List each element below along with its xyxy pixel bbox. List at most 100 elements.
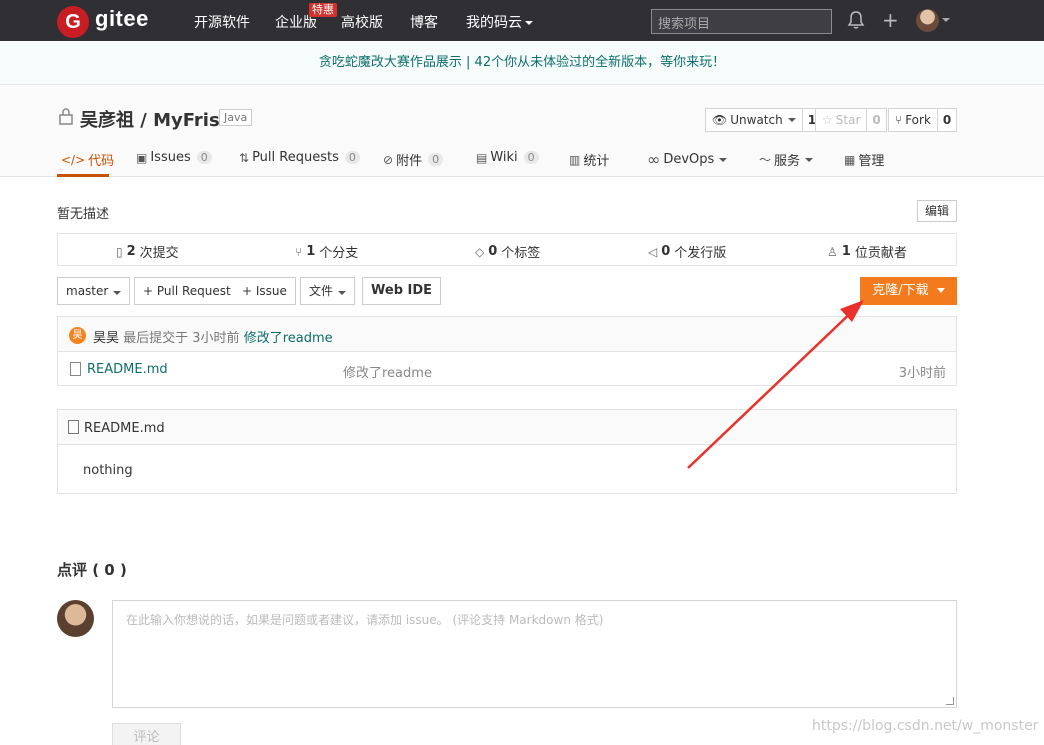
stat-releases[interactable]: ◁ 0 个发行版 [648,242,726,261]
readme-header: README.md [58,410,956,445]
fork-label: Fork [905,113,931,127]
eye-icon: 👁 [712,113,728,127]
latest-commit-info: 昊昊 最后提交于 3小时前 修改了readme [93,327,333,346]
chevron-down-icon [936,288,945,293]
comment-textarea[interactable]: 在此输入你想说的话，如果是问题或者建议，请添加 issue。 (评论支持 Mar… [112,600,957,708]
stat-releases-label: 个发行版 [674,246,727,261]
stat-contributors[interactable]: ♙ 1 位贡献者 [827,242,907,261]
stat-branches-value: 1 [306,244,316,259]
tab-statistics[interactable]: ▥ 统计 [569,150,609,170]
new-issue-button[interactable]: + Issue [234,277,296,305]
file-menu-button[interactable]: 文件 [300,277,356,305]
nav-item-education[interactable]: 高校版 [341,12,383,32]
clipboard-icon: ▦ [844,152,856,167]
notice-banner[interactable]: 贪吃蛇魔改大赛作品展示 | 42个你从未体验过的全新版本，等你来玩！ [0,41,1044,85]
tab-wiki-label: Wiki [490,150,518,165]
page-title[interactable]: 吴彦祖 / MyFrist [80,106,228,132]
tag-icon: ◇ [475,244,485,259]
infinity-icon: ∞ [647,150,661,169]
commit-icon: ▯ [116,244,123,259]
resize-handle-icon[interactable] [946,697,954,705]
stat-commits-value: 2 [126,244,136,259]
chevron-down-icon[interactable] [942,18,950,22]
avatar[interactable] [916,9,939,32]
readme-panel: README.md nothing [57,409,957,494]
avatar[interactable] [57,600,94,637]
paperclip-icon: ⊘ [383,152,394,167]
language-tag[interactable]: Java [219,109,253,126]
commit-meta: 最后提交于 3小时前 [123,331,240,346]
users-icon: ♙ [827,244,838,259]
logo-text[interactable]: gitee [95,6,149,32]
tab-pull-requests[interactable]: ⇅ Pull Requests 0 [239,150,360,165]
tab-attachments[interactable]: ⊘ 附件 0 [383,150,444,169]
tab-manage[interactable]: ▦ 管理 [844,150,884,170]
tab-services[interactable]: 〜服务 [759,150,814,169]
edit-description-button[interactable]: 编辑 [917,200,957,222]
promo-badge: 特惠 [309,3,337,17]
latest-commit-row: 昊 昊昊 最后提交于 3小时前 修改了readme [58,317,956,352]
nav-item-opensource[interactable]: 开源软件 [194,12,250,32]
chevron-down-icon [525,21,533,25]
plus-icon[interactable]: + [882,10,899,30]
watch-button[interactable]: 👁 Unwatch 1 [705,108,823,132]
table-row[interactable]: README.md 修改了readme 3小时前 [58,353,956,387]
star-button-main[interactable]: ☆ Star [816,109,866,131]
branch-select[interactable]: master [57,277,131,305]
stat-tags-value: 0 [488,244,498,259]
chevron-down-icon [719,157,728,162]
submit-comment-button[interactable]: 评论 [112,723,181,745]
bar-chart-icon: ▥ [569,152,581,167]
web-ide-button[interactable]: Web IDE [362,277,442,305]
file-icon [70,362,81,376]
stat-branches[interactable]: ⑂ 1 个分支 [295,242,358,261]
new-pull-request-button[interactable]: + Pull Request [134,277,240,305]
file-commit-time: 3小时前 [898,366,946,381]
readme-title: README.md [84,421,165,436]
project-header: 吴彦祖 / MyFrist Java 👁 Unwatch 1 ☆ Star 0 ⑂ F… [0,85,1044,177]
stat-tags-label: 个标签 [501,246,541,261]
file-name-link[interactable]: README.md [87,362,168,377]
commit-message[interactable]: 修改了readme [244,331,333,346]
stat-branches-label: 个分支 [319,246,359,261]
book-icon: ▤ [476,150,488,165]
star-button[interactable]: ☆ Star 0 [815,108,887,132]
nav-item-my-gitee-label: 我的码云 [466,15,522,31]
tab-wiki[interactable]: ▤ Wiki 0 [476,150,539,165]
file-commit-message[interactable]: 修改了readme [343,362,432,381]
fork-button-main[interactable]: ⑂ Fork [889,109,937,131]
paper-plane-icon: ◁ [648,244,658,259]
tab-code[interactable]: </> 代码 [61,150,115,170]
clone-download-label: 克隆/下载 [872,283,929,298]
nav-item-my-gitee[interactable]: 我的码云 [466,12,533,32]
star-label: Star [835,113,861,127]
top-nav: G gitee 开源软件 企业版 特惠 高校版 博客 我的码云 搜索项目 + [0,0,1044,41]
chevron-down-icon [805,157,814,162]
branch-select-label: master [66,284,109,298]
tab-devops-label: DevOps [663,152,715,167]
tab-devops[interactable]: ∞ DevOps [647,150,728,169]
stat-commits-label: 次提交 [139,246,179,261]
star-icon: ☆ [822,113,833,127]
repo-stats-bar: ▯ 2 次提交 ⑂ 1 个分支 ◇ 0 个标签 ◁ 0 个发行版 ♙ 1 位贡献者 [57,233,957,266]
pulse-icon: 〜 [759,153,772,167]
search-input[interactable]: 搜索项目 [651,9,832,34]
watch-button-main[interactable]: 👁 Unwatch [706,109,802,131]
nav-item-blog[interactable]: 博客 [410,12,438,32]
avatar[interactable]: 昊 [69,327,86,344]
clone-download-button[interactable]: 克隆/下载 [860,277,957,305]
fork-button[interactable]: ⑂ Fork 0 [888,108,958,132]
stat-releases-value: 0 [661,244,671,259]
commit-author[interactable]: 昊昊 [93,331,119,346]
gitee-logo-icon[interactable]: G [57,6,89,38]
tab-issues[interactable]: ▣ Issues 0 [136,150,212,165]
fork-count[interactable]: 0 [936,109,956,131]
chevron-down-icon [113,291,122,295]
stat-tags[interactable]: ◇ 0 个标签 [475,242,540,261]
tab-code-label: 代码 [88,154,115,169]
star-count[interactable]: 0 [866,109,885,131]
lock-icon [59,108,73,125]
bell-icon[interactable] [847,10,865,30]
stat-commits[interactable]: ▯ 2 次提交 [116,242,179,261]
pull-request-icon: ⇅ [239,150,250,165]
